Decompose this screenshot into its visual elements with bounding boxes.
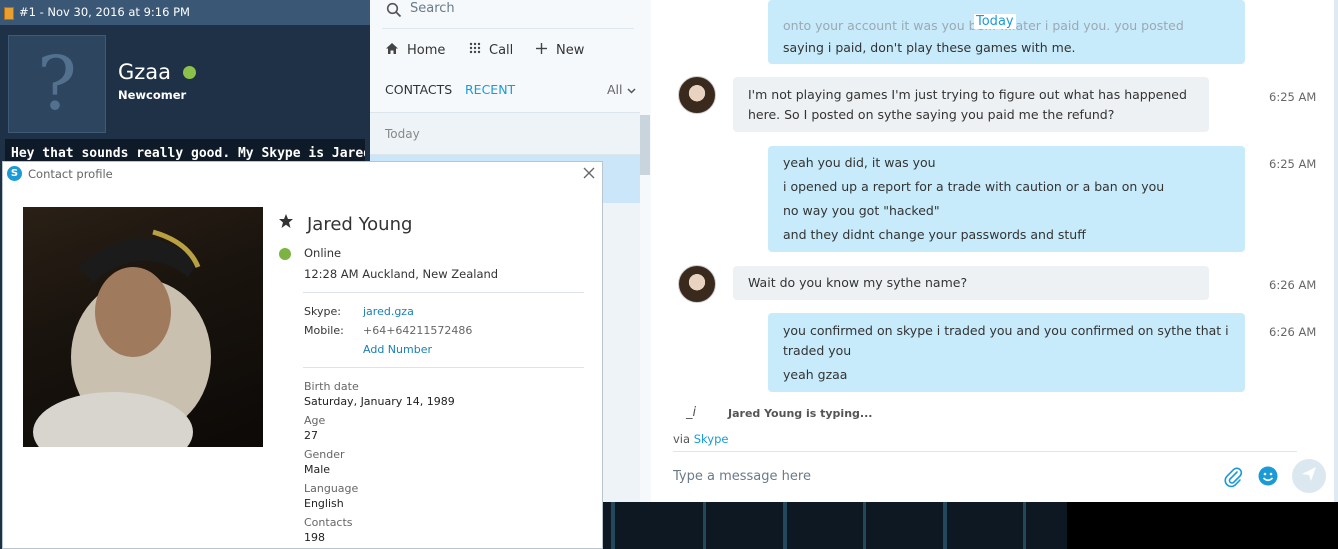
- message-line: and they didnt change your passwords and…: [783, 227, 1086, 242]
- profile-divider: [303, 367, 584, 368]
- gender-value: Male: [304, 463, 331, 476]
- profile-window-title: Contact profile: [28, 167, 113, 181]
- message-line: yeah you did, it was you: [783, 155, 936, 170]
- close-button[interactable]: [580, 165, 598, 183]
- forum-rank: Newcomer: [118, 88, 187, 102]
- emoticon-icon[interactable]: [1257, 465, 1279, 491]
- paperclip-icon[interactable]: [1223, 466, 1243, 492]
- date-separator: Today: [974, 14, 1016, 29]
- add-number-link[interactable]: Add Number: [363, 343, 432, 356]
- background-desktop: [1067, 502, 1338, 549]
- message-line: yeah gzaa: [783, 367, 848, 382]
- message-line: saying i paid, don't play these games wi…: [783, 40, 1076, 55]
- birth-date-value: Saturday, January 14, 1989: [304, 395, 455, 408]
- profile-local-time: 12:28 AM Auckland, New Zealand: [304, 267, 499, 281]
- message-bubble-out: you confirmed on skype i traded you and …: [768, 313, 1245, 392]
- search-input[interactable]: Search: [410, 1, 455, 16]
- message-bubble-in: Wait do you know my sythe name?: [733, 266, 1209, 300]
- forum-avatar[interactable]: ?: [8, 35, 106, 133]
- message-bubble-out: yeah you did, it was you i opened up a r…: [768, 146, 1245, 252]
- contacts-value: 198: [304, 531, 325, 544]
- skype-id-label: Skype:: [304, 305, 341, 318]
- message-bubble-out: onto your account it was you be... ...la…: [768, 0, 1245, 64]
- favorite-star-icon[interactable]: [278, 213, 294, 233]
- via-skype-link[interactable]: Skype: [694, 432, 729, 446]
- message-time: 6:26 AM: [1269, 278, 1317, 292]
- message-line: no way you got "hacked": [783, 203, 940, 218]
- call-label: Call: [489, 42, 514, 58]
- age-value: 27: [304, 429, 318, 442]
- window-edge-scrollbar[interactable]: [1334, 0, 1338, 502]
- via-prefix: via: [673, 432, 691, 446]
- skype-id-value[interactable]: jared.gza: [363, 305, 414, 318]
- dialpad-icon: [469, 42, 481, 58]
- contact-avatar[interactable]: [678, 265, 716, 303]
- gender-label: Gender: [304, 448, 345, 461]
- message-line: traded you: [783, 343, 852, 358]
- mobile-value[interactable]: +64+64211572486: [363, 324, 472, 337]
- background-window-strip: [603, 502, 1067, 549]
- chat-pane: onto your account it was you be... ...la…: [651, 0, 1338, 502]
- age-label: Age: [304, 414, 326, 427]
- new-button[interactable]: New: [535, 41, 584, 59]
- chevron-down-icon: [626, 82, 636, 97]
- post-header-text: #1 - Nov 30, 2016 at 9:16 PM: [19, 5, 190, 19]
- default-avatar-icon: ?: [37, 41, 77, 127]
- birth-date-label: Birth date: [304, 380, 359, 393]
- skype-logo-icon: S: [7, 166, 22, 181]
- profile-status: Online: [304, 246, 342, 260]
- via-row: via Skype: [673, 432, 728, 446]
- profile-divider: [303, 292, 584, 293]
- message-time: 6:25 AM: [1269, 157, 1317, 171]
- pencil-icon: _i: [686, 405, 697, 420]
- typing-indicator: Jared Young is typing...: [728, 407, 873, 420]
- search-icon: [386, 2, 402, 22]
- message-time: 6:26 AM: [1269, 325, 1317, 339]
- mobile-label: Mobile:: [304, 324, 344, 337]
- contact-tabs: CONTACTS RECENT All: [370, 76, 651, 104]
- tab-contacts[interactable]: CONTACTS: [385, 82, 452, 97]
- tab-recent[interactable]: RECENT: [465, 82, 515, 97]
- search-box[interactable]: Search: [382, 0, 634, 29]
- home-button[interactable]: Home: [385, 41, 445, 59]
- list-scrollbar[interactable]: [640, 115, 650, 175]
- profile-photo[interactable]: [23, 207, 263, 447]
- language-label: Language: [304, 482, 359, 495]
- send-button[interactable]: [1292, 459, 1326, 493]
- list-section-today: Today: [385, 127, 420, 141]
- message-time: 6:25 AM: [1269, 90, 1317, 104]
- message-line: Wait do you know my sythe name?: [748, 275, 968, 290]
- message-input[interactable]: Type a message here: [673, 467, 1193, 487]
- post-flag-icon: [4, 7, 14, 20]
- home-icon: [385, 42, 399, 59]
- message-bubble-in: I'm not playing games I'm just trying to…: [733, 77, 1209, 132]
- new-label: New: [556, 42, 585, 58]
- send-icon: [1300, 465, 1318, 487]
- profile-name: Jared Young: [307, 214, 413, 235]
- contact-avatar[interactable]: [678, 76, 716, 114]
- filter-label: All: [607, 82, 623, 97]
- online-status-icon: [279, 248, 291, 260]
- filter-dropdown[interactable]: All: [607, 82, 636, 97]
- message-line: I'm not playing games I'm just trying to…: [748, 87, 1187, 102]
- online-status-icon: [183, 66, 196, 79]
- forum-post-header: #1 - Nov 30, 2016 at 9:16 PM: [0, 0, 370, 25]
- plus-icon: [535, 42, 548, 59]
- message-line: here. So I posted on sythe saying you pa…: [748, 107, 1115, 122]
- home-label: Home: [407, 42, 446, 58]
- contact-profile-window: S Contact profile Jared Young Online 12:…: [2, 161, 603, 549]
- profile-titlebar: S Contact profile: [3, 162, 602, 186]
- call-button[interactable]: Call: [469, 41, 513, 59]
- nav-bar: Home Call New: [382, 36, 642, 62]
- compose-divider: [673, 451, 1297, 452]
- contacts-label: Contacts: [304, 516, 353, 529]
- forum-username[interactable]: Gzaa: [118, 60, 171, 84]
- language-value: English: [304, 497, 344, 510]
- message-line: you confirmed on skype i traded you and …: [783, 323, 1229, 338]
- message-line: i opened up a report for a trade with ca…: [783, 179, 1165, 194]
- close-icon: [583, 167, 595, 179]
